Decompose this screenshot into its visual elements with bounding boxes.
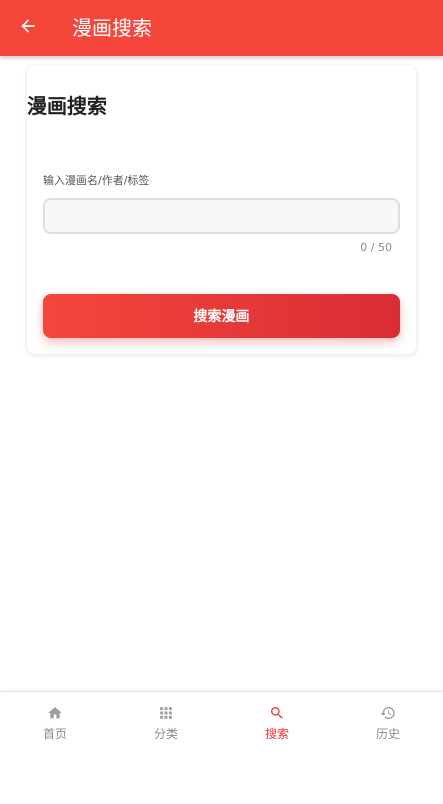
nav-item-home[interactable]: 首页 [0, 704, 110, 744]
nav-label: 分类 [153, 727, 178, 741]
search-icon [268, 704, 286, 722]
grid-icon [157, 704, 175, 722]
bottom-nav: 首页 分类 搜索 历史 [0, 691, 443, 804]
character-counter: 0 / 50 [360, 241, 392, 254]
nav-item-category[interactable]: 分类 [111, 704, 221, 744]
nav-item-history[interactable]: 历史 [333, 704, 443, 744]
card-title: 漫画搜索 [27, 94, 107, 118]
search-input-label: 输入漫画名/作者/标签 [43, 174, 150, 187]
nav-label: 搜索 [264, 727, 289, 741]
nav-item-search[interactable]: 搜索 [222, 704, 332, 744]
app-bar: 漫画搜索 [0, 0, 443, 56]
search-button[interactable]: 搜索漫画 [43, 294, 400, 338]
history-icon [379, 704, 397, 722]
page-title: 漫画搜索 [72, 16, 152, 40]
nav-label: 首页 [42, 727, 67, 741]
arrow-left-icon [18, 16, 38, 40]
search-card: 漫画搜索 输入漫画名/作者/标签 0 / 50 搜索漫画 [27, 66, 416, 354]
home-icon [46, 704, 64, 722]
nav-label: 历史 [375, 727, 400, 741]
search-input[interactable] [43, 198, 400, 234]
back-button[interactable] [14, 14, 42, 42]
